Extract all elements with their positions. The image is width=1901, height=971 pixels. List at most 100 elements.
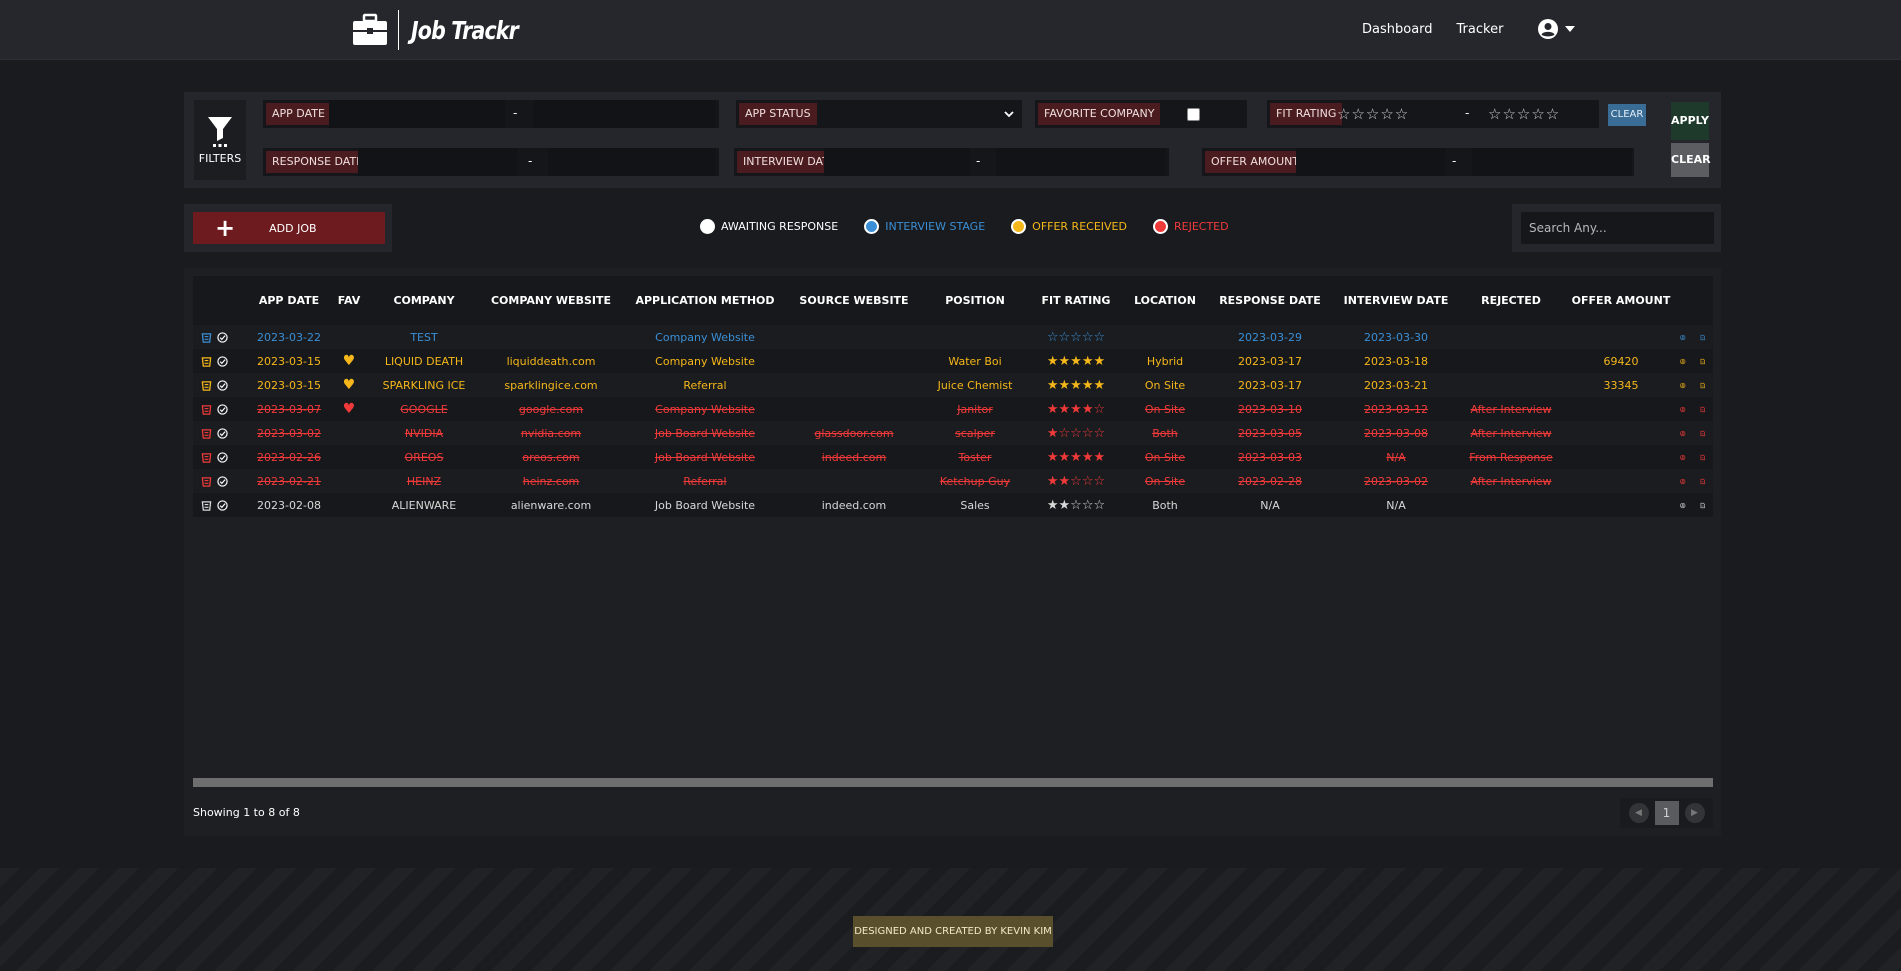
horizontal-scrollbar[interactable]	[193, 778, 1713, 787]
status-legend: AWAITING RESPONSE INTERVIEW STAGE OFFER …	[700, 219, 1255, 234]
offer-amount-cell	[1562, 397, 1680, 421]
edit-check-icon[interactable]	[217, 355, 228, 367]
delete-icon[interactable]	[201, 428, 212, 439]
table-row[interactable]: 2023-03-02 NVIDIA nvidia.com Job Board Webs…	[193, 421, 1713, 445]
favorite-company-checkbox[interactable]	[1187, 108, 1200, 121]
notes-icon[interactable]	[1700, 452, 1706, 463]
notes-icon[interactable]	[1700, 356, 1706, 367]
offer-amount-max-input[interactable]	[1472, 148, 1632, 176]
interview-date-cell: N/A	[1386, 498, 1406, 512]
col-header-offer-amount[interactable]: OFFER AMOUNT	[1562, 276, 1680, 325]
col-header-rejected[interactable]: REJECTED	[1460, 276, 1562, 325]
app-date-filter: APP DATE -	[263, 100, 719, 128]
notes-icon[interactable]	[1700, 404, 1706, 415]
table-body: 2023-03-22 TEST Company Website ☆☆☆☆☆ 2023-0…	[193, 325, 1713, 517]
edit-check-icon[interactable]	[217, 331, 228, 343]
app-date-from-input[interactable]	[329, 100, 505, 128]
col-header-app-date[interactable]: APP DATE	[248, 276, 330, 325]
col-header-location[interactable]: LOCATION	[1122, 276, 1208, 325]
response-date-cell: 2023-03-10	[1238, 402, 1302, 416]
response-date-cell: 2023-03-17	[1238, 354, 1302, 368]
col-header-company-website[interactable]: COMPANY WEBSITE	[480, 276, 622, 325]
notes-icon[interactable]	[1700, 380, 1706, 391]
notes-icon[interactable]	[1700, 476, 1706, 487]
delete-icon[interactable]	[201, 404, 212, 415]
fit-rating-max-stars[interactable]: ☆☆☆☆☆	[1488, 105, 1560, 123]
prev-page-icon[interactable]: ◀	[1628, 803, 1649, 823]
source-website-cell	[788, 373, 920, 397]
interview-date-to-input[interactable]	[996, 148, 1166, 176]
col-header-interview-date[interactable]: INTERVIEW DATE	[1332, 276, 1460, 325]
apply-button[interactable]: APPLY	[1671, 102, 1709, 140]
table-row[interactable]: 2023-02-08 ALIENWARE alienware.com Job Boar…	[193, 493, 1713, 517]
contact-icon[interactable]	[1680, 404, 1686, 415]
clear-button[interactable]: CLEAR	[1671, 143, 1711, 177]
contact-icon[interactable]	[1680, 452, 1686, 463]
brand[interactable]: Job Trackr	[352, 9, 541, 51]
col-header-position[interactable]: POSITION	[920, 276, 1030, 325]
fit-rating-min-stars[interactable]: ☆☆☆☆☆	[1337, 105, 1409, 123]
offer-amount-filter: OFFER AMOUNT -	[1202, 148, 1634, 176]
delete-icon[interactable]	[201, 356, 212, 367]
col-header-fav[interactable]: FAV	[330, 276, 368, 325]
table-row[interactable]: 2023-03-15 ♥ SPARKLING ICE sparklingice.com…	[193, 373, 1713, 397]
response-date-to-input[interactable]	[548, 148, 716, 176]
nav-dashboard-link[interactable]: Dashboard	[1362, 22, 1433, 37]
response-date-from-input[interactable]	[358, 148, 518, 176]
table-row[interactable]: 2023-02-21 HEINZ heinz.com Referral Ketchup …	[193, 469, 1713, 493]
edit-check-icon[interactable]	[217, 451, 228, 463]
edit-check-icon[interactable]	[217, 427, 228, 439]
fav-cell	[330, 445, 368, 469]
next-page-icon[interactable]: ▶	[1684, 803, 1705, 823]
nav-tracker-link[interactable]: Tracker	[1457, 22, 1504, 37]
app-status-filter[interactable]: APP STATUS	[736, 100, 1022, 128]
fav-cell: ♥	[342, 353, 356, 369]
edit-check-icon[interactable]	[217, 403, 228, 415]
user-menu[interactable]	[1537, 18, 1576, 40]
offer-amount-cell	[1562, 445, 1680, 469]
table-row[interactable]: 2023-03-15 ♥ LIQUID DEATH liquiddeath.com Co…	[193, 349, 1713, 373]
search-input[interactable]	[1521, 212, 1714, 244]
notes-icon[interactable]	[1700, 500, 1706, 511]
notes-icon[interactable]	[1700, 332, 1706, 343]
delete-icon[interactable]	[201, 332, 212, 343]
legend-rejected[interactable]: REJECTED	[1152, 219, 1229, 234]
col-header-application-method[interactable]: APPLICATION METHOD	[622, 276, 788, 325]
contact-icon[interactable]	[1680, 428, 1686, 439]
notes-icon[interactable]	[1700, 428, 1706, 439]
table-row[interactable]: 2023-03-07 ♥ GOOGLE google.com Company Websi…	[193, 397, 1713, 421]
app-date-to-input[interactable]	[533, 100, 716, 128]
edit-check-icon[interactable]	[217, 475, 228, 487]
row-actions-cell	[193, 493, 248, 517]
interview-date-dash: -	[976, 154, 981, 168]
delete-icon[interactable]	[201, 500, 212, 511]
col-header-fit-rating[interactable]: FIT RATING	[1030, 276, 1122, 325]
interview-date-from-input[interactable]	[824, 148, 970, 176]
col-header-company[interactable]: COMPANY	[368, 276, 480, 325]
offer-amount-cell	[1562, 493, 1680, 517]
contact-icon[interactable]	[1680, 380, 1686, 391]
table-row[interactable]: 2023-03-22 TEST Company Website ☆☆☆☆☆ 2023-0…	[193, 325, 1713, 349]
row-view-cell	[1680, 493, 1713, 517]
legend-offer[interactable]: OFFER RECEIVED	[1011, 219, 1127, 234]
contact-icon[interactable]	[1680, 476, 1686, 487]
legend-interview[interactable]: INTERVIEW STAGE	[864, 219, 985, 234]
col-header-response-date[interactable]: RESPONSE DATE	[1208, 276, 1332, 325]
clear-rating-button[interactable]: CLEAR	[1608, 104, 1646, 126]
table-header-row: APP DATE FAV COMPANY COMPANY WEBSITE APP…	[193, 276, 1713, 325]
col-header-source-website[interactable]: SOURCE WEBSITE	[788, 276, 920, 325]
offer-amount-min-input[interactable]	[1296, 148, 1446, 176]
delete-icon[interactable]	[201, 452, 212, 463]
delete-icon[interactable]	[201, 380, 212, 391]
legend-awaiting[interactable]: AWAITING RESPONSE	[700, 219, 838, 234]
add-job-button[interactable]: + ADD JOB	[193, 212, 385, 244]
contact-icon[interactable]	[1680, 332, 1686, 343]
plus-icon: +	[215, 214, 236, 242]
edit-check-icon[interactable]	[217, 379, 228, 391]
page-number-button[interactable]: 1	[1654, 801, 1679, 825]
delete-icon[interactable]	[201, 476, 212, 487]
contact-icon[interactable]	[1680, 500, 1686, 511]
edit-check-icon[interactable]	[217, 499, 228, 511]
table-row[interactable]: 2023-02-26 OREOS oreos.com Job Board Websit…	[193, 445, 1713, 469]
contact-icon[interactable]	[1680, 356, 1686, 367]
